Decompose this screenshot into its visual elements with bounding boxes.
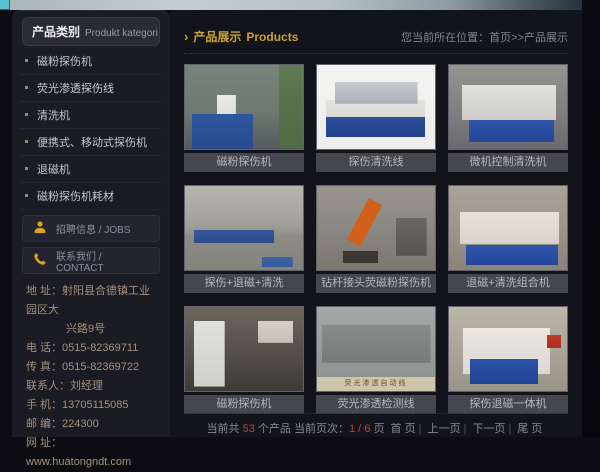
contact-fax: 传 真：0515-82369722 [26,358,158,377]
product-card[interactable]: 钻杆接头荧磁粉探伤机 [316,185,436,293]
sidebar-item-label: 磁粉探伤机 [37,56,92,68]
photo-label: 荧光渗透自动线 [317,377,435,391]
product-caption[interactable]: 磁粉探伤机 [184,395,304,414]
pager-current-page: 1 / 6 [349,423,370,435]
corner-window-icon [0,0,10,10]
phone-icon [33,252,47,269]
pagination: 当前共 53 个产品 当前页次：1 / 6 页 首 页| 上一页| 下一页| 尾… [184,413,568,436]
product-card[interactable]: 磁粉探伤机 [184,306,304,414]
bullet-icon [25,59,28,62]
contact-address-line1: 地 址：射阳县合德镇工业园区大 [26,282,158,320]
sidebar-item-label: 荧光渗透探伤线 [37,83,114,95]
person-icon [33,220,47,237]
sidebar-title-cn: 产品类别 [32,23,80,40]
contact-info: 地 址：射阳县合德镇工业园区大 兴路9号 电 话：0515-82369711 传… [26,282,158,472]
product-caption[interactable]: 荧光渗透检测线 [316,395,436,414]
section-title: › 产品展示 Products [184,28,298,45]
contact-phone: 电 话：0515-82369711 [26,339,158,358]
pager-separator: | [419,423,422,435]
product-caption[interactable]: 探伤清洗线 [316,153,436,172]
product-caption[interactable]: 退磁+清洗组合机 [448,274,568,293]
sidebar-title-en: Produkt kategori [85,28,158,39]
product-caption[interactable]: 探伤+退磁+清洗 [184,274,304,293]
arrow-right-icon: › [184,29,188,44]
product-photo[interactable] [184,306,304,392]
pager-separator: | [464,423,467,435]
pager-separator: | [508,423,511,435]
jobs-button[interactable]: 招聘信息 / JOBS [22,215,160,242]
section-header: › 产品展示 Products 您当前所在位置：首页>>产品展示 [184,28,568,54]
bullet-icon [25,167,28,170]
product-card[interactable]: 探伤退磁一体机 [448,306,568,414]
pager-next-link[interactable]: 下一页 [472,423,505,435]
pager-first-link[interactable]: 首 页 [391,423,416,435]
product-caption[interactable]: 探伤退磁一体机 [448,395,568,414]
contact-person: 联系人：刘经理 [26,377,158,396]
top-banner-strip [0,0,600,10]
product-caption[interactable]: 磁粉探伤机 [184,153,304,172]
sidebar-item-magnetic-detector[interactable]: 磁粉探伤机 [20,48,162,75]
product-photo[interactable] [184,185,304,271]
product-caption[interactable]: 微机控制清洗机 [448,153,568,172]
contact-mobile: 手 机：13705115085 [26,396,158,415]
sidebar-item-consumables[interactable]: 磁粉探伤机耗材 [20,183,162,210]
section-title-en: Products [246,30,298,44]
product-photo[interactable] [448,306,568,392]
pager-total-count: 53 [243,423,255,435]
product-photo[interactable] [316,64,436,150]
sidebar-item-portable-detector[interactable]: 便携式、移动式探伤机 [20,129,162,156]
product-card[interactable]: 微机控制清洗机 [448,64,568,172]
breadcrumb[interactable]: 您当前所在位置：首页>>产品展示 [401,29,568,45]
pager-text: 页 [370,423,387,435]
page-right-margin [582,0,600,437]
pager-last-link[interactable]: 尾 页 [517,423,542,435]
jobs-button-label: 招聘信息 / JOBS [56,221,130,236]
product-photo[interactable] [448,185,568,271]
bullet-icon [25,86,28,89]
bullet-icon [25,194,28,197]
sidebar: 产品类别 Produkt kategori 磁粉探伤机 荧光渗透探伤线 清洗机 … [12,10,170,437]
sidebar-item-cleaning-machine[interactable]: 清洗机 [20,102,162,129]
pager-text: 个产品 当前页次： [255,423,349,435]
product-photo[interactable] [184,64,304,150]
pager-prev-link[interactable]: 上一页 [428,423,461,435]
sidebar-item-label: 清洗机 [37,110,70,122]
product-caption[interactable]: 钻杆接头荧磁粉探伤机 [316,274,436,293]
contact-website[interactable]: 网 址：www.huatongndt.com [26,434,158,472]
product-photo[interactable] [316,185,436,271]
contact-button-label: 联系我们 / CONTACT [56,248,149,274]
product-card[interactable]: 退磁+清洗组合机 [448,185,568,293]
sidebar-item-label: 退磁机 [37,164,70,176]
sidebar-item-fluorescent-line[interactable]: 荧光渗透探伤线 [20,75,162,102]
sidebar-title: 产品类别 Produkt kategori [22,17,160,46]
section-title-cn: 产品展示 [193,28,241,45]
contact-zipcode: 邮 编：224300 [26,415,158,434]
pager-text: 当前共 [207,423,243,435]
product-card[interactable]: 磁粉探伤机 [184,64,304,172]
product-card[interactable]: 荧光渗透自动线 荧光渗透检测线 [316,306,436,414]
product-grid: 磁粉探伤机 探伤清洗线 微机控制清洗机 探伤+退磁+清洗 钻杆接头荧磁粉探伤机 … [184,64,568,414]
bullet-icon [25,113,28,116]
product-card[interactable]: 探伤+退磁+清洗 [184,185,304,293]
product-photo[interactable] [448,64,568,150]
sidebar-item-label: 磁粉探伤机耗材 [37,191,114,203]
sidebar-menu: 磁粉探伤机 荧光渗透探伤线 清洗机 便携式、移动式探伤机 退磁机 磁粉探伤机耗材 [20,48,162,210]
sidebar-item-demagnetizer[interactable]: 退磁机 [20,156,162,183]
sidebar-item-label: 便携式、移动式探伤机 [37,137,147,149]
product-card[interactable]: 探伤清洗线 [316,64,436,172]
bullet-icon [25,140,28,143]
contact-button[interactable]: 联系我们 / CONTACT [22,247,160,274]
main-content: › 产品展示 Products 您当前所在位置：首页>>产品展示 磁粉探伤机 探… [170,10,582,437]
product-photo[interactable]: 荧光渗透自动线 [316,306,436,392]
contact-address-line2: 兴路9号 [26,320,158,339]
